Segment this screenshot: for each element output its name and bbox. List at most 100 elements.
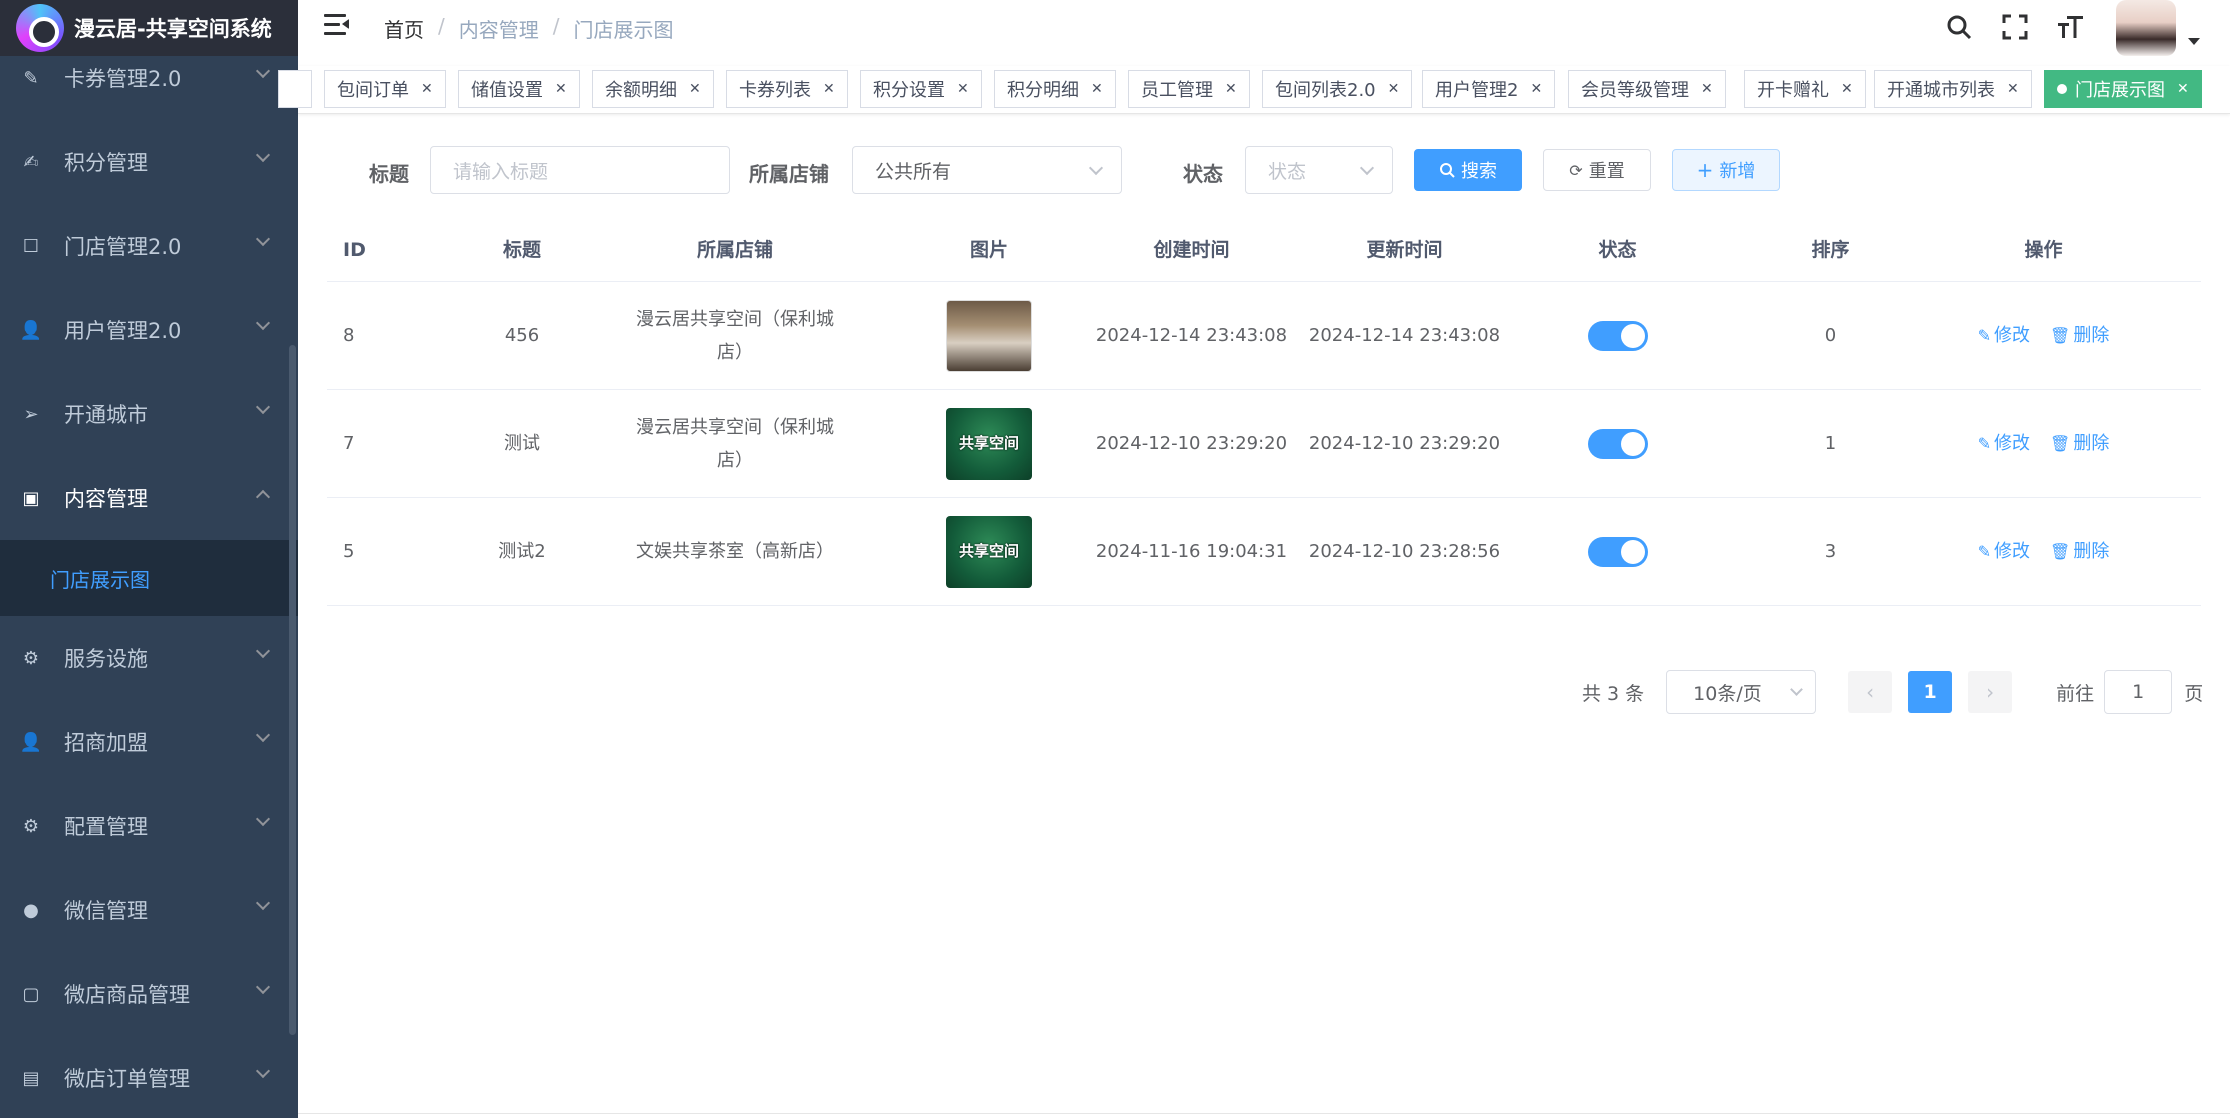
delete-button[interactable]: 🗑 删除 <box>2050 535 2109 568</box>
edit-button[interactable]: ✎ 修改 <box>1978 319 2030 352</box>
sidebar-subitem-store-images[interactable]: 门店展示图 <box>0 540 298 616</box>
fullscreen-icon[interactable] <box>2000 12 2030 42</box>
column-header-created[interactable]: 创建时间 <box>1085 234 1298 267</box>
reset-button-label: 重置 <box>1588 161 1625 182</box>
page-number-current[interactable]: 1 <box>1908 671 1953 713</box>
title-filter-label: 标题 <box>369 162 409 186</box>
sidebar-item-cities[interactable]: ➢ 开通城市 <box>0 372 298 456</box>
close-icon[interactable]: ✕ <box>1388 81 1400 97</box>
column-header-title[interactable]: 标题 <box>467 234 577 267</box>
sidebar-item-shop-orders[interactable]: ▤ 微店订单管理 <box>0 1036 298 1118</box>
column-header-status[interactable]: 状态 <box>1511 234 1724 267</box>
gear-icon: ⚙ <box>22 647 40 669</box>
store-select[interactable]: 公共所有 <box>852 146 1122 194</box>
table-row[interactable]: 5 测试2 文娱共享茶室（高新店） 共享空间 2024-11-16 19:04:… <box>327 498 2201 606</box>
tag-item[interactable]: 余额明细 ✕ <box>592 70 714 108</box>
tag-item[interactable]: 员工管理 ✕ <box>1128 70 1250 108</box>
edit-button[interactable]: ✎ 修改 <box>1978 427 2030 460</box>
tag-item[interactable]: 开卡赠礼 ✕ <box>1744 70 1866 108</box>
column-header-id[interactable]: ID <box>327 234 467 267</box>
tag-item[interactable]: 储值设置 ✕ <box>458 70 580 108</box>
sidebar-scrollbar[interactable] <box>289 345 296 1035</box>
tag-item[interactable]: 用户管理2 ✕ <box>1422 70 1556 108</box>
sidebar-item-facilities[interactable]: ⚙ 服务设施 <box>0 616 298 700</box>
column-header-sort[interactable]: 排序 <box>1724 234 1937 267</box>
cell-image <box>893 299 1085 372</box>
search-icon[interactable] <box>1944 12 1974 42</box>
close-icon[interactable]: ✕ <box>957 81 969 97</box>
next-page-button[interactable]: › <box>1968 671 2013 713</box>
status-select[interactable]: 状态 <box>1245 146 1393 194</box>
reset-button[interactable]: ⟳ 重置 <box>1543 149 1651 191</box>
delete-button[interactable]: 🗑 删除 <box>2050 427 2109 460</box>
goto-suffix: 页 <box>2184 682 2204 705</box>
sidebar-item-users[interactable]: 👤 用户管理2.0 <box>0 288 298 372</box>
close-icon[interactable]: ✕ <box>2177 81 2189 97</box>
prev-page-button[interactable]: ‹ <box>1848 671 1893 713</box>
cell-updated: 2024-12-14 23:43:08 <box>1308 325 1501 346</box>
page-size-select[interactable]: 10条/页 <box>1666 670 1817 714</box>
font-size-icon[interactable] <box>2056 12 2086 42</box>
sidebar-item-store[interactable]: ☐ 门店管理2.0 <box>0 204 298 288</box>
close-icon[interactable]: ✕ <box>1701 81 1713 97</box>
breadcrumb-home[interactable]: 首页 <box>384 14 424 43</box>
app-logo[interactable]: 漫云居-共享空间系统 <box>0 0 298 56</box>
tag-item[interactable]: 会员等级管理 ✕ <box>1568 70 1726 108</box>
tag-item[interactable]: 积分设置 ✕ <box>860 70 982 108</box>
avatar[interactable] <box>2116 0 2176 56</box>
close-icon[interactable]: ✕ <box>2007 81 2019 97</box>
column-header-updated[interactable]: 更新时间 <box>1298 234 1511 267</box>
close-icon[interactable]: ✕ <box>1530 81 1542 97</box>
tag-item[interactable]: 开通城市列表 ✕ <box>1874 70 2032 108</box>
tag-label: 积分设置 <box>873 80 945 101</box>
sidebar-item-franchise[interactable]: 👤 招商加盟 <box>0 700 298 784</box>
sidebar-item-wechat[interactable]: ● 微信管理 <box>0 868 298 952</box>
close-icon[interactable]: ✕ <box>1225 81 1237 97</box>
sidebar-item-config[interactable]: ⚙ 配置管理 <box>0 784 298 868</box>
table-row[interactable]: 8 456 漫云居共享空间（保利城店） 2024-12-14 23:43:08 … <box>327 282 2201 390</box>
cell-sort: 3 <box>1824 541 1837 562</box>
wechat-icon: ● <box>23 899 39 921</box>
close-icon[interactable]: ✕ <box>823 81 835 97</box>
tag-partial[interactable] <box>278 70 312 108</box>
close-icon[interactable]: ✕ <box>689 81 701 97</box>
hamburger-icon[interactable] <box>324 14 350 36</box>
tag-label: 包间列表2.0 <box>1275 80 1376 101</box>
cell-sort: 0 <box>1824 325 1837 346</box>
status-toggle[interactable] <box>1587 320 1648 351</box>
close-icon[interactable]: ✕ <box>555 81 567 97</box>
cell-status <box>1511 428 1724 459</box>
tag-item[interactable]: 包间列表2.0 ✕ <box>1262 70 1413 108</box>
thumbnail-image[interactable] <box>946 299 1032 372</box>
thumbnail-image[interactable]: 共享空间 <box>946 407 1032 480</box>
sidebar-item-shop-goods[interactable]: ▢ 微店商品管理 <box>0 952 298 1036</box>
goto-page-input[interactable]: 1 <box>2104 670 2173 714</box>
sidebar: ✎ 卡券管理2.0 ✍ 积分管理 ☐ 门店管理2.0 👤 用户管理2.0 ➢ 开… <box>0 0 298 1118</box>
caret-down-icon[interactable] <box>2188 38 2200 45</box>
status-toggle[interactable] <box>1587 536 1648 567</box>
search-icon <box>1440 163 1455 178</box>
store-icon: ☐ <box>22 235 40 257</box>
tag-item-active[interactable]: 门店展示图 ✕ <box>2044 70 2202 108</box>
sidebar-item-points[interactable]: ✍ 积分管理 <box>0 120 298 204</box>
close-icon[interactable]: ✕ <box>1091 81 1103 97</box>
cell-actions: ✎ 修改 🗑 删除 <box>1937 535 2150 568</box>
table-row[interactable]: 7 测试 漫云居共享空间（保利城店） 共享空间 2024-12-10 23:29… <box>327 390 2201 498</box>
tag-label: 积分明细 <box>1007 80 1079 101</box>
sidebar-item-content[interactable]: ▣ 内容管理 <box>0 456 298 540</box>
delete-button[interactable]: 🗑 删除 <box>2050 319 2109 352</box>
tag-item[interactable]: 卡券列表 ✕ <box>726 70 848 108</box>
close-icon[interactable]: ✕ <box>1841 81 1853 97</box>
status-toggle[interactable] <box>1587 428 1648 459</box>
add-button[interactable]: + 新增 <box>1672 149 1780 191</box>
search-button[interactable]: 搜索 <box>1414 149 1522 191</box>
thumbnail-image[interactable]: 共享空间 <box>946 515 1032 588</box>
column-header-store[interactable]: 所属店铺 <box>577 234 893 267</box>
edit-button[interactable]: ✎ 修改 <box>1978 535 2030 568</box>
tag-item[interactable]: 包间订单 ✕ <box>324 70 446 108</box>
tag-label: 会员等级管理 <box>1581 80 1689 101</box>
tag-item[interactable]: 积分明细 ✕ <box>994 70 1116 108</box>
title-search-input[interactable]: 请输入标题 <box>430 146 730 194</box>
column-header-image[interactable]: 图片 <box>893 234 1085 267</box>
close-icon[interactable]: ✕ <box>421 81 433 97</box>
